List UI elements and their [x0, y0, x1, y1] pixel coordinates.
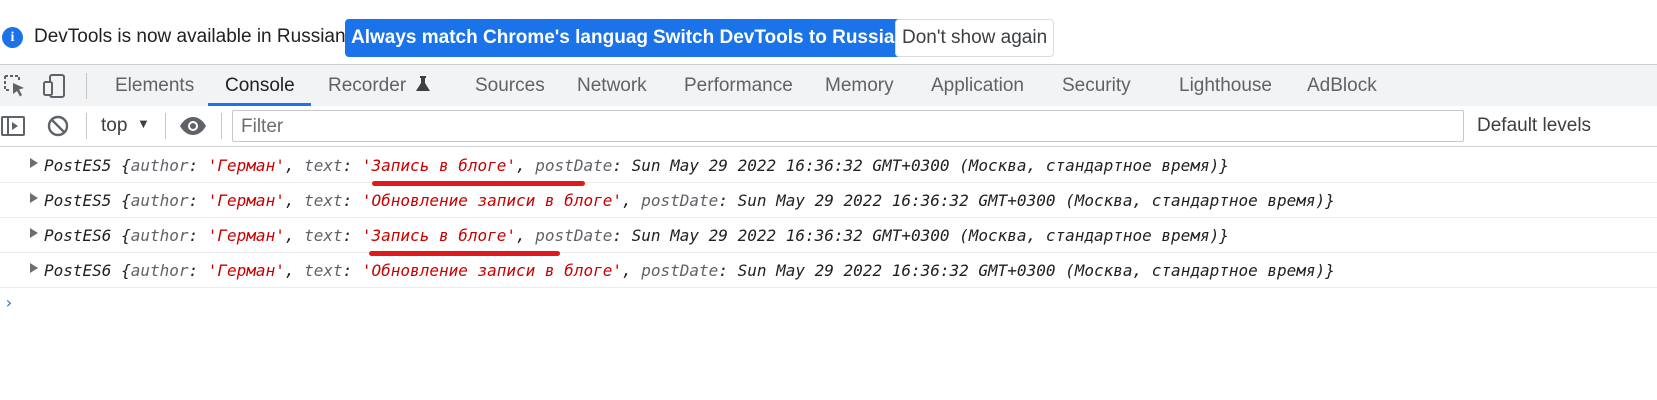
- filter-input[interactable]: Filter: [232, 110, 1464, 142]
- expand-triangle-icon[interactable]: [30, 228, 38, 238]
- dont-show-again-button[interactable]: Don't show again: [895, 19, 1055, 57]
- info-icon: i: [2, 27, 23, 48]
- sidebar-toggle-icon[interactable]: [1, 114, 25, 138]
- tab-recorder-label: Recorder: [328, 75, 407, 96]
- toolbar-divider: [221, 113, 222, 139]
- infobar-message: DevTools is now available in Russian!: [34, 26, 351, 47]
- tab-elements[interactable]: Elements: [115, 65, 194, 106]
- tab-network[interactable]: Network: [577, 65, 647, 106]
- console-message[interactable]: PostES5 {author: 'Герман', text: 'Запись…: [0, 148, 1657, 183]
- toolbar-divider: [165, 113, 166, 139]
- device-toolbar-icon[interactable]: [42, 73, 68, 99]
- switch-to-russian-button[interactable]: Switch DevTools to Russian: [647, 19, 913, 57]
- console-message[interactable]: PostES5 {author: 'Герман', text: 'Обновл…: [0, 183, 1657, 218]
- experiment-flask-icon: [416, 76, 431, 91]
- inspect-element-icon[interactable]: [2, 73, 28, 99]
- expand-triangle-icon[interactable]: [30, 263, 38, 273]
- tab-console[interactable]: Console: [225, 65, 295, 106]
- live-expression-eye-icon[interactable]: [179, 115, 207, 137]
- tab-adblock[interactable]: AdBlock: [1307, 65, 1377, 106]
- toolbar-divider: [86, 73, 87, 99]
- console-message[interactable]: PostES6 {author: 'Герман', text: 'Обновл…: [0, 253, 1657, 288]
- console-toolbar: top ▼ Filter Default levels: [0, 106, 1657, 147]
- tab-performance[interactable]: Performance: [684, 65, 793, 106]
- object-preview: PostES5 {author: 'Герман', text: 'Запись…: [44, 156, 1229, 175]
- tab-memory[interactable]: Memory: [825, 65, 894, 106]
- clear-console-icon[interactable]: [46, 114, 70, 138]
- console-prompt-icon[interactable]: ›: [4, 293, 14, 312]
- object-preview: PostES5 {author: 'Герман', text: 'Обновл…: [44, 191, 1335, 210]
- filter-placeholder: Filter: [241, 116, 284, 137]
- log-levels-dropdown[interactable]: Default levels: [1477, 115, 1591, 137]
- devtools-tabbar: Elements Console Recorder Sources Networ…: [0, 64, 1657, 107]
- chevron-down-icon[interactable]: ▼: [137, 116, 150, 131]
- tab-security[interactable]: Security: [1062, 65, 1131, 106]
- object-preview: PostES6 {author: 'Герман', text: 'Запись…: [44, 226, 1229, 245]
- expand-triangle-icon[interactable]: [30, 193, 38, 203]
- expand-triangle-icon[interactable]: [30, 158, 38, 168]
- tab-application[interactable]: Application: [931, 65, 1024, 106]
- tab-lighthouse[interactable]: Lighthouse: [1179, 65, 1272, 106]
- always-match-language-button[interactable]: Always match Chrome's language: [345, 19, 665, 57]
- context-selector[interactable]: top: [101, 115, 127, 137]
- object-preview: PostES6 {author: 'Герман', text: 'Обновл…: [44, 261, 1335, 280]
- tab-sources[interactable]: Sources: [475, 65, 545, 106]
- toolbar-divider: [86, 113, 87, 139]
- console-message[interactable]: PostES6 {author: 'Герман', text: 'Запись…: [0, 218, 1657, 253]
- tab-recorder[interactable]: Recorder: [328, 65, 431, 106]
- language-infobar: i DevTools is now available in Russian! …: [0, 0, 1657, 64]
